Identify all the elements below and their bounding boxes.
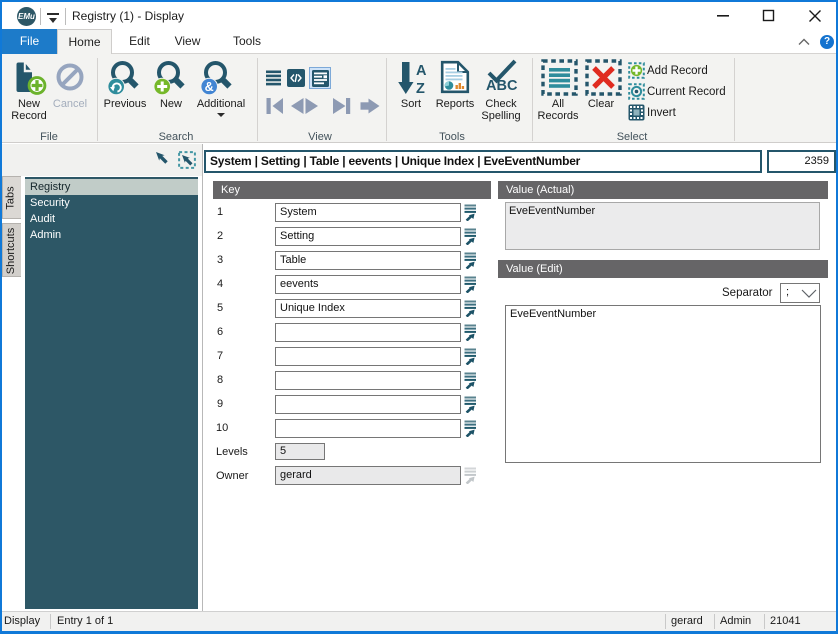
svg-text:Z: Z (416, 81, 425, 94)
svg-text:A: A (416, 63, 427, 79)
svg-text:ABC: ABC (486, 78, 518, 94)
svg-text:&: & (205, 80, 214, 94)
